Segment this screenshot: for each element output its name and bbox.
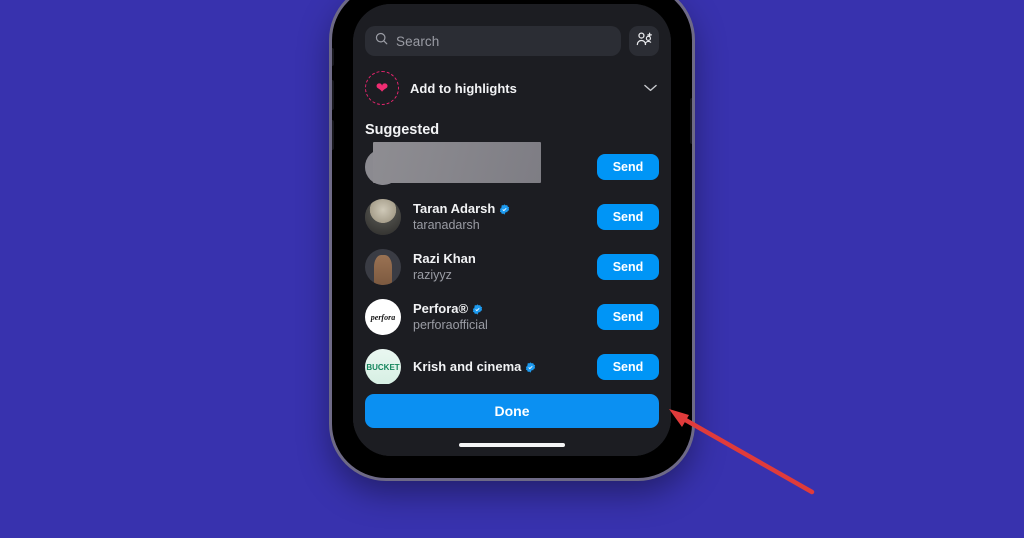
phone-device-frame: Search ❤ Add to highlights Suggested Sen… [332,0,692,478]
send-button[interactable]: Send [597,254,659,280]
send-button[interactable]: Send [597,204,659,230]
search-icon [375,32,388,50]
person-add-icon [636,31,653,52]
username: perforaofficial [413,318,488,332]
suggested-row-name: Perfora® [413,301,597,316]
avatar [365,249,401,285]
dashed-ring-icon [365,71,399,105]
volume-down-button[interactable] [332,120,334,150]
avatar [365,199,401,235]
photo-shirtless-man-outdoors [365,249,401,285]
add-to-highlights-label: Add to highlights [410,80,517,96]
verified-badge-icon [525,361,536,373]
send-button[interactable]: Send [597,354,659,380]
home-indicator[interactable] [459,443,565,447]
suggested-row-text: Taran Adarsh taranadarsh [413,201,597,233]
suggested-row-text: Perfora® perforaofficial [413,301,597,333]
suggested-row-text: Krish and cinema [413,359,597,375]
sheet-footer: Done [353,384,671,456]
suggested-row-text: Razi Khan raziyyz [413,251,597,283]
silent-switch[interactable] [332,48,334,66]
display-name: Razi Khan [413,251,476,266]
display-name: Taran Adarsh [413,201,496,216]
suggested-list: Send Taran Adarsh taranadarsh Send Razi Khan… [365,142,659,392]
volume-up-button[interactable] [332,80,334,110]
logo-bucket-green: BUCKET [365,349,401,385]
person-add-icon-button[interactable] [629,26,659,56]
add-to-highlights-row[interactable]: ❤ Add to highlights [365,66,659,110]
chevron-down-icon[interactable] [644,79,657,97]
username: raziyyz [413,268,452,282]
suggested-row[interactable]: Taran Adarsh taranadarsh Send [365,192,659,242]
display-name: Krish and cinema [413,359,522,374]
search-input[interactable]: Search [365,26,621,56]
highlight-ring: ❤ [365,71,399,105]
suggested-row-name: Razi Khan [413,251,597,266]
redaction-block [373,142,541,183]
phone-screen: Search ❤ Add to highlights Suggested Sen… [353,4,671,456]
send-button[interactable]: Send [597,304,659,330]
power-button[interactable] [690,98,692,144]
suggested-row[interactable]: Send [365,142,659,192]
suggested-row[interactable]: Razi Khan raziyyz Send [365,242,659,292]
share-sheet: Search ❤ Add to highlights Suggested Sen… [353,4,671,456]
search-row: Search [365,4,659,56]
search-placeholder-text: Search [396,33,440,49]
username: taranadarsh [413,218,480,232]
suggested-row[interactable]: perfora Perfora® perforaofficial Send [365,292,659,342]
verified-badge-icon [472,303,483,315]
photo-portrait-man-suit [365,199,401,235]
display-name: Perfora® [413,301,469,316]
done-button[interactable]: Done [365,394,659,428]
avatar: perfora [365,299,401,335]
suggested-row-name: Taran Adarsh [413,201,597,216]
verified-badge-icon [499,203,510,215]
suggested-heading: Suggested [365,122,440,138]
suggested-row-name: Krish and cinema [413,359,597,374]
send-button[interactable]: Send [597,154,659,180]
logo-perfora-white-circle: perfora [365,299,401,335]
avatar: BUCKET [365,349,401,385]
